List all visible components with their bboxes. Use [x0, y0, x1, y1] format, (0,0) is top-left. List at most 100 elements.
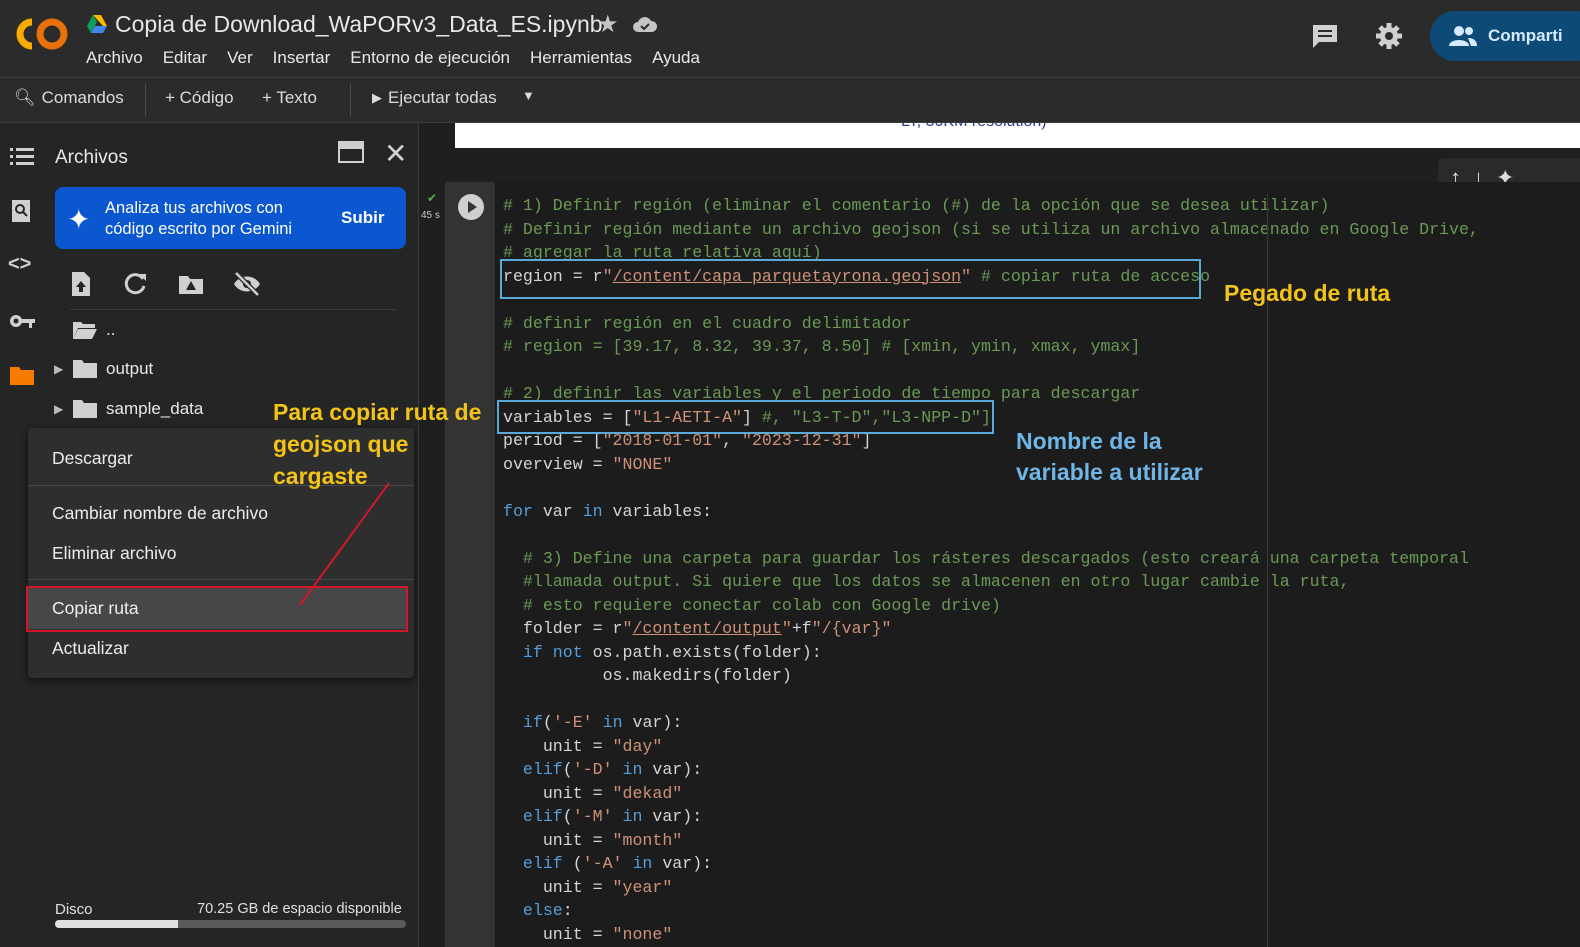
annotation-line: Nombre de la	[1016, 428, 1162, 454]
hide-files-icon[interactable]	[232, 269, 262, 299]
code-line: # 1) Definir región (eliminar el comenta…	[503, 194, 1479, 218]
code-token: #llamada output. Si quiere que los datos…	[503, 572, 1350, 591]
code-token: elif	[503, 807, 563, 826]
code-token: # 1) Definir región (eliminar el comenta…	[503, 196, 1330, 215]
code-token: '-M'	[572, 807, 613, 826]
comment-icon[interactable]	[1310, 22, 1340, 50]
chevron-right-icon[interactable]: ▶	[54, 402, 72, 416]
menu-ver[interactable]: Ver	[227, 48, 253, 68]
code-token: unit =	[503, 877, 613, 897]
code-line: folder = r"/content/output"+f"/{var}"	[503, 617, 1479, 641]
menu-archivo[interactable]: Archivo	[86, 48, 143, 68]
share-button[interactable]: Comparti	[1430, 11, 1580, 61]
menu-insertar[interactable]: Insertar	[273, 48, 331, 68]
menu-item-descargar[interactable]: Descargar	[52, 448, 133, 469]
code-token: unit =	[503, 830, 613, 850]
menu-bar: Archivo Editar Ver Insertar Entorno de e…	[86, 48, 700, 68]
code-token: if	[503, 713, 543, 732]
run-cell-button[interactable]	[458, 194, 484, 220]
cell-gutter	[445, 182, 495, 947]
code-line: # esto requiere conectar colab con Googl…	[503, 594, 1479, 618]
colab-logo-icon[interactable]	[14, 14, 70, 54]
menu-item-rename[interactable]: Cambiar nombre de archivo	[52, 503, 268, 524]
star-icon[interactable]: ★	[597, 10, 619, 39]
notebook-title[interactable]: Copia de Download_WaPORv3_Data_ES.ipynb	[115, 11, 603, 38]
tree-item-output[interactable]: ▶ output	[54, 354, 153, 384]
upload-button[interactable]: Subir	[341, 208, 384, 228]
gemini-analyze-card[interactable]: ✦ Analiza tus archivos con código escrit…	[55, 187, 406, 249]
folder-icon	[73, 400, 97, 418]
gear-icon[interactable]	[1374, 20, 1404, 52]
table-of-contents-icon[interactable]	[8, 143, 36, 171]
panel-divider	[70, 309, 396, 310]
play-icon: ▶	[372, 90, 382, 105]
run-all-button[interactable]: ▶ Ejecutar todas	[372, 88, 497, 108]
code-token: '-E'	[552, 713, 593, 732]
dock-panel-icon[interactable]	[338, 141, 364, 163]
gemini-sparkle-icon: ✦	[67, 204, 91, 235]
region-line-highlight-box	[500, 259, 1201, 299]
annotation-copiar-ruta: Para copiar ruta de geojson que cargaste	[273, 396, 481, 492]
code-token: in	[612, 807, 643, 826]
code-token: os.path.exists(folder):	[582, 642, 822, 662]
menu-entorno[interactable]: Entorno de ejecución	[350, 48, 510, 68]
cloud-saved-icon[interactable]	[632, 14, 658, 34]
code-line: unit = "year"	[503, 876, 1479, 900]
code-token: # region = [39.17, 8.32, 39.37, 8.50] # …	[503, 337, 1141, 356]
close-icon[interactable]: ✕	[384, 137, 407, 170]
add-text-button[interactable]: + Texto	[262, 88, 317, 108]
code-line: unit = "month"	[503, 829, 1479, 853]
code-token: "	[781, 619, 792, 638]
tree-item-parent[interactable]: ..	[72, 315, 115, 345]
refresh-icon[interactable]	[120, 269, 150, 299]
google-drive-icon[interactable]	[86, 14, 108, 34]
disk-free-text: 70.25 GB de espacio disponible	[197, 901, 402, 917]
annotation-line: variable a utilizar	[1016, 459, 1203, 485]
commands-label: Comandos	[41, 88, 124, 107]
code-line: unit = "day"	[503, 735, 1479, 759]
code-token: unit =	[503, 924, 613, 944]
folder-icon[interactable]	[8, 361, 36, 389]
tree-item-sample-data[interactable]: ▶ sample_data	[54, 394, 203, 424]
code-token: "month"	[612, 830, 683, 850]
code-token: "	[622, 619, 633, 638]
mount-drive-icon[interactable]	[176, 269, 206, 299]
check-icon: ✔	[427, 191, 438, 205]
add-code-button[interactable]: + Código	[165, 88, 234, 108]
code-token: /content/output	[632, 619, 782, 638]
code-token: "/{var}"	[811, 619, 892, 638]
code-token: +f	[791, 619, 812, 638]
code-token: else	[503, 901, 563, 920]
code-token: '-A'	[582, 854, 623, 873]
run-all-dropdown-icon[interactable]: ▼	[522, 88, 535, 103]
code-snippets-icon[interactable]: <>	[8, 253, 36, 281]
run-all-label: Ejecutar todas	[388, 88, 497, 107]
code-token: if not	[503, 642, 583, 662]
code-token: variables:	[602, 501, 713, 521]
chevron-right-icon[interactable]: ▶	[54, 362, 72, 376]
menu-item-delete[interactable]: Eliminar archivo	[52, 543, 176, 564]
code-line: # region = [39.17, 8.32, 39.37, 8.50] # …	[503, 335, 1479, 359]
annotation-line: Para copiar ruta de	[273, 399, 482, 425]
gemini-text: Analiza tus archivos con código escrito …	[105, 198, 292, 240]
code-token: var):	[642, 760, 703, 779]
menu-item-refresh[interactable]: Actualizar	[52, 638, 129, 659]
previous-output-text: LT, 30KM resolution)	[901, 123, 1047, 131]
key-icon[interactable]	[8, 307, 36, 335]
code-token: "day"	[612, 736, 663, 756]
code-line: elif ('-A' in var):	[503, 852, 1479, 876]
menu-editar[interactable]: Editar	[163, 48, 207, 68]
menu-herramientas[interactable]: Herramientas	[530, 48, 632, 68]
code-token: var):	[622, 713, 683, 732]
app-header: Copia de Download_WaPORv3_Data_ES.ipynb …	[0, 0, 1580, 78]
find-replace-icon[interactable]	[8, 197, 36, 225]
commands-button[interactable]: 🔍︎ Comandos	[14, 88, 124, 108]
upload-file-icon[interactable]	[66, 269, 96, 299]
code-token: elif	[503, 854, 563, 873]
code-line: for var in variables:	[503, 500, 1479, 524]
copy-path-highlight-box	[26, 586, 408, 632]
menu-ayuda[interactable]: Ayuda	[652, 48, 700, 68]
gemini-text-line-1: Analiza tus archivos con	[105, 199, 283, 217]
code-token: :	[562, 901, 573, 920]
